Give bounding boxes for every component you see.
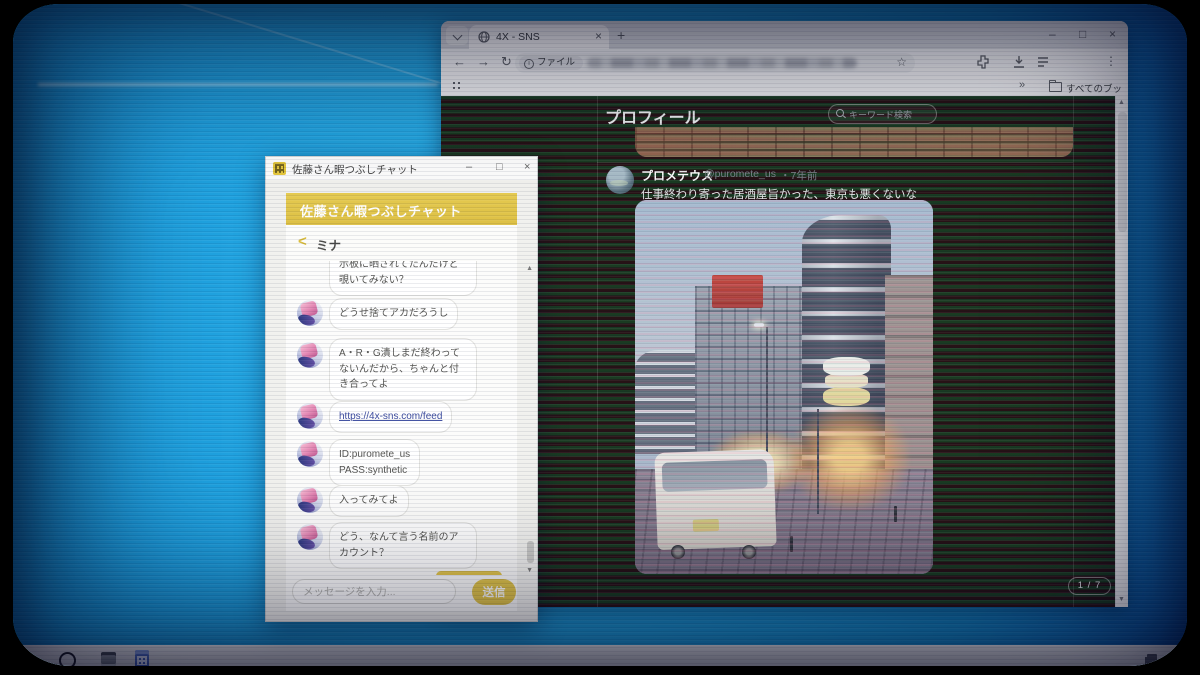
chat-message: 入ってみてよ bbox=[329, 485, 409, 517]
chat-window: 佐藤さん暇つぶしチャット – □ × 佐藤さん暇つぶしチャット < ミナ 示板に… bbox=[265, 156, 538, 622]
chat-scroll-up-icon[interactable]: ▲ bbox=[526, 265, 533, 272]
dice-avatar bbox=[297, 441, 323, 467]
search-icon bbox=[836, 109, 844, 117]
chat-app-header-title: 佐藤さん暇つぶしチャット bbox=[300, 201, 462, 220]
dice-avatar bbox=[297, 403, 323, 429]
page-title: プロフィール bbox=[605, 104, 701, 128]
back-chevron-icon[interactable]: < bbox=[298, 233, 307, 250]
post-handle[interactable]: @puromete_us bbox=[704, 168, 776, 180]
taskbar-app-icon[interactable] bbox=[101, 652, 116, 666]
post-text: 仕事終わり寄った居酒屋旨かった、東京も悪くないな bbox=[641, 186, 917, 202]
chat-titlebar[interactable]: 佐藤さん暇つぶしチャット – □ × bbox=[266, 157, 537, 180]
chevron-down-icon bbox=[452, 31, 462, 41]
bookmarks-overflow-icon[interactable]: » bbox=[1019, 79, 1025, 91]
crt-screen: 4X - SNS × + – □ × ← → ↻ iファイル ☆ ⋮ » bbox=[13, 4, 1187, 666]
post-divider bbox=[597, 162, 1073, 163]
browser-maximize-button[interactable]: □ bbox=[1079, 27, 1086, 41]
tab-search-button[interactable] bbox=[446, 26, 468, 45]
info-icon: i bbox=[524, 59, 534, 69]
browser-minimize-button[interactable]: – bbox=[1049, 27, 1056, 41]
forward-icon[interactable]: → bbox=[477, 54, 490, 69]
feed-link[interactable]: https://4x-sns.com/feed bbox=[339, 411, 442, 422]
file-scheme-chip: iファイル bbox=[519, 56, 583, 70]
dice-avatar bbox=[297, 487, 323, 513]
taskbar-tray-icon[interactable] bbox=[1147, 654, 1157, 663]
post-photo-street-scene[interactable] bbox=[635, 200, 933, 574]
dice-avatar bbox=[297, 300, 323, 326]
taskbar-search-icon[interactable] bbox=[59, 652, 76, 666]
folder-icon bbox=[1049, 82, 1062, 92]
chat-close-button[interactable]: × bbox=[524, 161, 530, 173]
keyword-search-box[interactable]: キーワード検索 bbox=[828, 104, 937, 124]
chat-minimize-button[interactable]: – bbox=[466, 161, 472, 173]
scroll-up-icon[interactable]: ▲ bbox=[1118, 99, 1125, 106]
tab-4x-sns[interactable]: 4X - SNS × bbox=[469, 25, 609, 49]
chat-app-icon bbox=[273, 162, 286, 175]
search-placeholder: キーワード検索 bbox=[849, 108, 912, 121]
chat-message: どうせ捨てアカだろうし bbox=[329, 298, 458, 330]
new-tab-button[interactable]: + bbox=[617, 27, 625, 43]
tab-title: 4X - SNS bbox=[496, 31, 540, 43]
chat-app-header: 佐藤さん暇つぶしチャット bbox=[286, 193, 517, 225]
tab-close-icon[interactable]: × bbox=[595, 29, 602, 43]
chat-message: ID:puromete_us PASS:synthetic bbox=[329, 439, 420, 486]
chat-maximize-button[interactable]: □ bbox=[496, 161, 503, 173]
chat-scrollbar-thumb[interactable] bbox=[527, 541, 534, 563]
dice-avatar bbox=[297, 524, 323, 550]
reload-icon[interactable]: ↻ bbox=[501, 54, 512, 70]
back-icon[interactable]: ← bbox=[453, 54, 466, 69]
crt-flare bbox=[38, 83, 438, 86]
taskbar bbox=[13, 645, 1187, 666]
chat-message-list[interactable]: 示板に晒されてたんだけど覗いてみない？ どうせ捨てアカだろうし A・R・G潰しま… bbox=[286, 261, 517, 575]
previous-post-image[interactable] bbox=[635, 127, 1073, 157]
browser-window: 4X - SNS × + – □ × ← → ↻ iファイル ☆ ⋮ » bbox=[441, 21, 1128, 607]
chat-window-title: 佐藤さん暇つぶしチャット bbox=[292, 162, 418, 177]
chat-message: どう、なんて言う名前のアカウント？ bbox=[329, 522, 477, 569]
post-avatar[interactable] bbox=[606, 166, 634, 194]
extensions-icon[interactable] bbox=[975, 54, 991, 70]
taskbar-chat-app-icon[interactable] bbox=[135, 650, 149, 666]
sns-page: プロフィール キーワード検索 プロメテウス @puromete_us ・7年前 … bbox=[441, 96, 1128, 607]
tab-strip: 4X - SNS × + – □ × bbox=[441, 21, 1128, 49]
chat-input-bar: 送信 bbox=[286, 575, 517, 611]
chat-message-link: https://4x-sns.com/feed bbox=[329, 401, 452, 433]
photo-interference bbox=[635, 200, 933, 574]
feed-left-divider bbox=[597, 96, 598, 607]
bookmark-star-icon[interactable]: ☆ bbox=[896, 55, 907, 69]
browser-scrollbar[interactable]: ▲ ▼ bbox=[1115, 96, 1128, 607]
browser-menu-icon[interactable]: ⋮ bbox=[1105, 54, 1117, 68]
chat-message: 示板に晒されてたんだけど覗いてみない？ bbox=[329, 261, 477, 296]
send-button[interactable]: 送信 bbox=[472, 579, 516, 605]
reading-list-icon[interactable] bbox=[1035, 54, 1051, 70]
bookmarks-bar: » すべてのブックマーク bbox=[441, 77, 1128, 97]
url-bar[interactable]: iファイル ☆ bbox=[515, 53, 915, 73]
feed-right-divider bbox=[1073, 96, 1074, 607]
browser-close-button[interactable]: × bbox=[1109, 27, 1116, 41]
chat-message: A・R・G潰しまだ終わってないんだから、ちゃんと付き合ってよ bbox=[329, 338, 477, 401]
post-timestamp: ・7年前 bbox=[780, 168, 817, 183]
message-input[interactable] bbox=[292, 579, 456, 604]
download-icon[interactable] bbox=[1011, 54, 1027, 70]
blurred-url bbox=[587, 58, 857, 68]
browser-toolbar: ← → ↻ iファイル ☆ ⋮ bbox=[441, 49, 1128, 77]
scrollbar-thumb[interactable] bbox=[1118, 112, 1127, 232]
chat-scroll-down-icon[interactable]: ▼ bbox=[526, 567, 533, 574]
chat-contact-bar: < ミナ bbox=[286, 225, 517, 262]
apps-grid-icon[interactable] bbox=[451, 82, 460, 91]
dice-avatar bbox=[297, 342, 323, 368]
post-display-name[interactable]: プロメテウス bbox=[641, 167, 713, 184]
contact-name: ミナ bbox=[316, 235, 341, 254]
globe-favicon-icon bbox=[478, 31, 490, 43]
scroll-down-icon[interactable]: ▼ bbox=[1118, 596, 1125, 603]
photo-pagination-badge: 1 / 7 bbox=[1068, 577, 1111, 595]
